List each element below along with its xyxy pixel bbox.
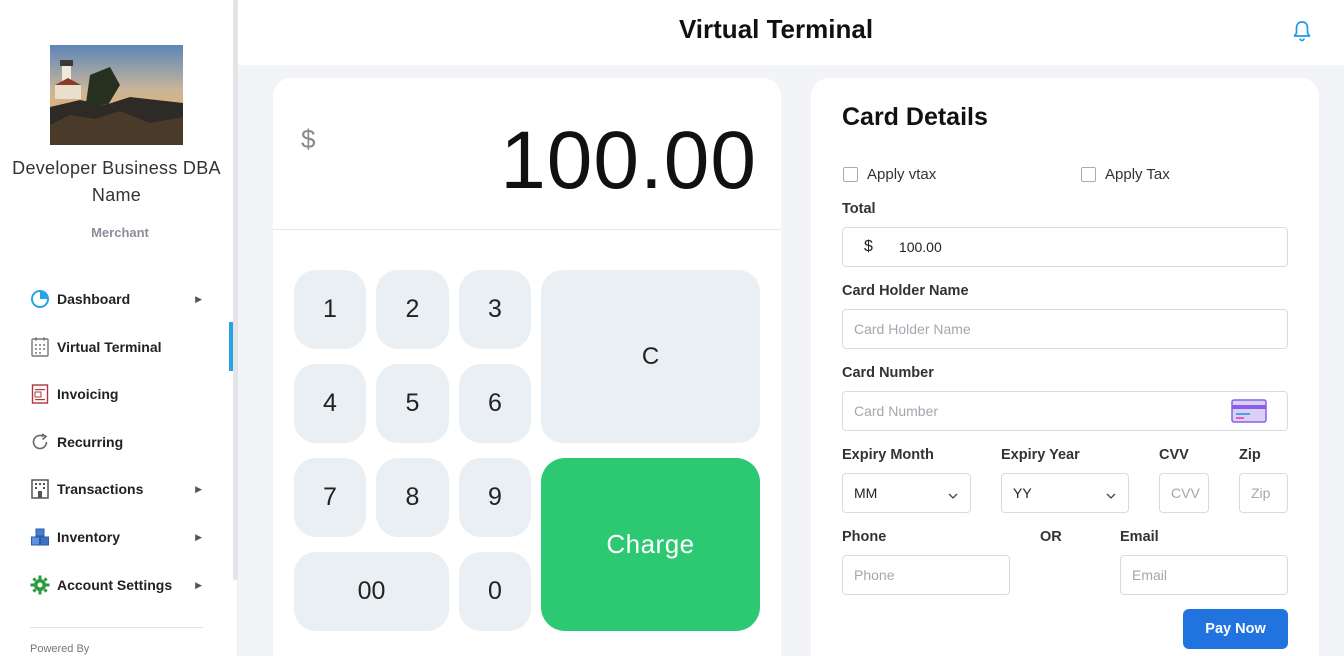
sidebar-item-label: Transactions	[57, 481, 144, 498]
email-label: Email	[1120, 529, 1159, 545]
sidebar-nav: Dashboard ▶ Virtual Terminal Invoicing R…	[30, 286, 205, 619]
card-details-panel: Card Details Apply vtax Apply Tax Total …	[811, 78, 1319, 656]
chevron-down-icon	[948, 488, 958, 499]
sidebar-scrollbar[interactable]	[233, 0, 238, 580]
apply-vtax-checkbox[interactable]: Apply vtax	[843, 166, 936, 183]
checkbox-box[interactable]	[1081, 167, 1096, 182]
or-separator: OR	[1040, 529, 1062, 545]
expiry-month-value: MM	[854, 485, 878, 501]
total-value: 100.00	[898, 239, 942, 255]
caret-right-icon: ▶	[195, 531, 202, 542]
key-5[interactable]: 5	[376, 364, 449, 443]
business-logo	[50, 45, 183, 145]
key-7[interactable]: 7	[294, 458, 366, 537]
refresh-icon	[30, 432, 50, 452]
sidebar-item-transactions[interactable]: Transactions ▶	[30, 476, 205, 524]
key-9[interactable]: 9	[459, 458, 531, 537]
keypad-panel: $ 100.00 1 2 3 C 4 5 6 7 8 9 Charge 00 0	[273, 78, 781, 656]
key-6[interactable]: 6	[459, 364, 531, 443]
business-role: Merchant	[91, 225, 149, 240]
sidebar-item-virtual-terminal[interactable]: Virtual Terminal	[30, 334, 205, 382]
sidebar-item-label: Inventory	[57, 528, 121, 545]
sidebar-divider	[30, 627, 203, 628]
amount-display: 100.00	[500, 115, 757, 206]
apply-tax-label: Apply Tax	[1105, 166, 1170, 183]
cvv-input[interactable]: CVV	[1159, 473, 1209, 513]
phone-label: Phone	[842, 529, 887, 545]
card-holder-input[interactable]: Card Holder Name	[842, 309, 1288, 349]
caret-right-icon: ▶	[195, 484, 202, 495]
card-number-label: Card Number	[842, 365, 934, 381]
email-input[interactable]: Email	[1120, 555, 1288, 595]
key-2[interactable]: 2	[376, 270, 449, 349]
sidebar-item-label: Invoicing	[57, 386, 119, 403]
card-holder-label: Card Holder Name	[842, 283, 969, 299]
key-3[interactable]: 3	[459, 270, 531, 349]
zip-label: Zip	[1239, 447, 1261, 463]
phone-input[interactable]: Phone	[842, 555, 1010, 595]
top-header: Virtual Terminal	[238, 0, 1344, 65]
total-field[interactable]: $ 100.00	[842, 227, 1288, 267]
expiry-year-label: Expiry Year	[1001, 447, 1080, 463]
active-nav-indicator	[229, 322, 233, 371]
keypad-divider	[273, 229, 781, 230]
business-name: Developer Business DBA Name	[12, 158, 221, 205]
sidebar-item-dashboard[interactable]: Dashboard ▶	[30, 286, 205, 334]
charge-button[interactable]: Charge	[541, 458, 760, 631]
calculator-icon	[30, 337, 50, 357]
pay-now-button[interactable]: Pay Now	[1183, 609, 1288, 649]
sidebar: Developer Business DBA Name Merchant Das…	[0, 0, 238, 656]
boxes-icon	[30, 527, 50, 547]
checkbox-box[interactable]	[843, 167, 858, 182]
sidebar-item-recurring[interactable]: Recurring	[30, 429, 205, 477]
sidebar-item-label: Recurring	[57, 433, 124, 450]
expiry-month-label: Expiry Month	[842, 447, 934, 463]
sidebar-item-invoicing[interactable]: Invoicing	[30, 381, 205, 429]
key-0[interactable]: 0	[459, 552, 531, 631]
powered-by-text: Powered By	[30, 643, 90, 655]
apply-tax-checkbox[interactable]: Apply Tax	[1081, 166, 1170, 183]
key-00[interactable]: 00	[294, 552, 449, 631]
zip-input[interactable]: Zip	[1239, 473, 1288, 513]
expiry-year-select[interactable]: YY	[1001, 473, 1129, 513]
chevron-down-icon	[1106, 488, 1116, 499]
expiry-year-value: YY	[1013, 485, 1032, 501]
invoice-icon	[30, 384, 50, 404]
card-details-title: Card Details	[842, 103, 988, 131]
bell-icon[interactable]	[1292, 20, 1312, 42]
key-1[interactable]: 1	[294, 270, 366, 349]
apply-vtax-label: Apply vtax	[867, 166, 937, 183]
card-number-placeholder: Card Number	[854, 403, 939, 419]
cvv-label: CVV	[1159, 447, 1189, 463]
sidebar-item-label: Dashboard	[57, 291, 131, 307]
total-label: Total	[842, 201, 876, 217]
card-number-input[interactable]: Card Number	[842, 391, 1288, 431]
page-title: Virtual Terminal	[678, 14, 874, 44]
credit-card-icon	[1231, 399, 1267, 423]
sidebar-item-account-settings[interactable]: Account Settings ▶	[30, 572, 205, 620]
key-4[interactable]: 4	[294, 364, 366, 443]
sidebar-item-inventory[interactable]: Inventory ▶	[30, 524, 205, 572]
pie-chart-icon	[30, 289, 50, 309]
caret-right-icon: ▶	[195, 579, 202, 590]
sidebar-item-label: Account Settings	[57, 576, 173, 593]
gear-icon	[30, 575, 50, 595]
total-currency: $	[864, 238, 873, 255]
currency-symbol: $	[301, 124, 316, 154]
caret-right-icon: ▶	[195, 294, 202, 304]
expiry-month-select[interactable]: MM	[842, 473, 971, 513]
key-8[interactable]: 8	[376, 458, 449, 537]
clear-button[interactable]: C	[541, 270, 760, 443]
sidebar-item-label: Virtual Terminal	[57, 338, 162, 355]
building-icon	[30, 479, 50, 500]
